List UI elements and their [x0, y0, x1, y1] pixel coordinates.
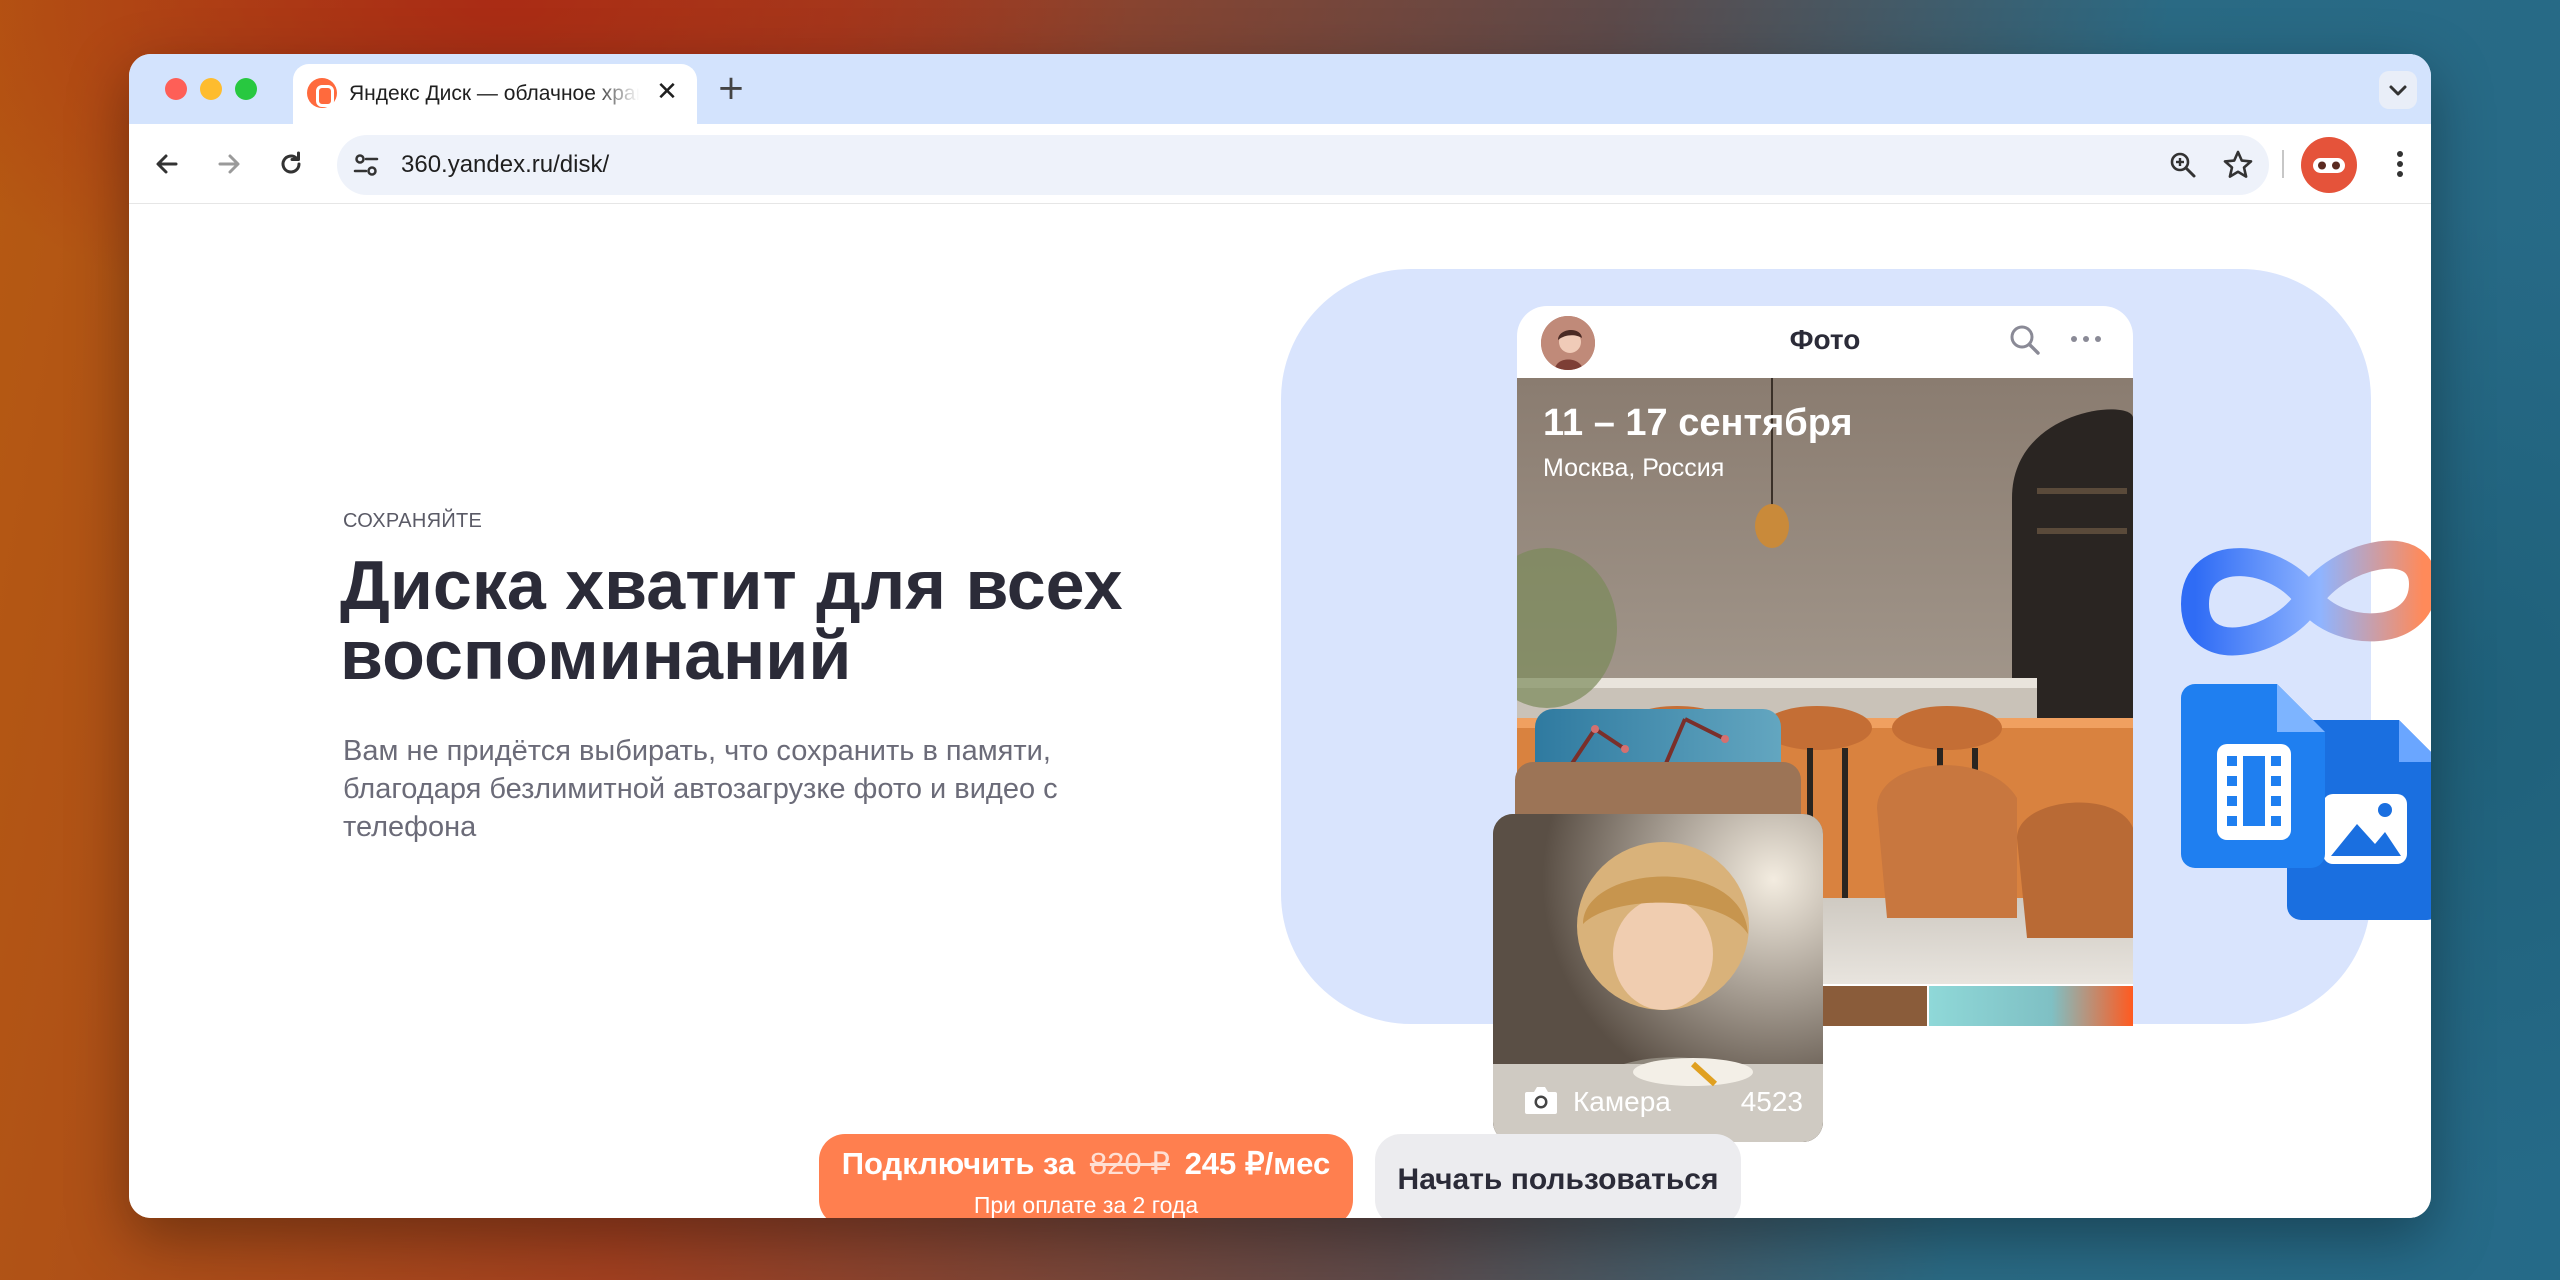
kebab-menu-icon: [2397, 151, 2403, 177]
old-price: 820 ₽: [1089, 1146, 1170, 1181]
back-button[interactable]: [145, 142, 189, 186]
close-window-button[interactable]: [165, 78, 187, 100]
zoom-window-button[interactable]: [235, 78, 257, 100]
camera-icon: [1525, 1087, 1557, 1114]
infinity-icon: [2180, 540, 2431, 656]
hero-description: Вам не придётся выбирать, что сохранить …: [343, 735, 1058, 843]
video-file-icon: [2181, 684, 2325, 868]
browser-menu-button[interactable]: [2385, 146, 2415, 182]
tab-bar: Яндекс Диск — облачное хранилище ✕ +: [129, 54, 2431, 124]
album-name: Камера: [1573, 1086, 1671, 1117]
yandex-disk-favicon-icon: [307, 78, 337, 108]
subscribe-button-note: При оплате за 2 года: [973, 1192, 1199, 1218]
search-icon[interactable]: [2007, 322, 2043, 358]
tab-search-button[interactable]: [2379, 71, 2417, 109]
section-eyebrow: СОХРАНЯЙТЕ: [343, 510, 483, 532]
forward-arrow-icon: [218, 154, 240, 174]
reload-icon: [281, 151, 301, 174]
new-price: 245 ₽/мес: [1184, 1146, 1331, 1181]
album-count: 4523: [1740, 1086, 1803, 1117]
subscribe-button-price: Подключить за 820 ₽ 245 ₽/мес: [819, 1146, 1353, 1182]
incognito-mask-icon: [2313, 158, 2345, 173]
start-using-button[interactable]: Начать пользоваться: [1375, 1134, 1741, 1218]
forward-button[interactable]: [207, 142, 251, 186]
photo-location: Москва, Россия: [1543, 454, 1725, 482]
tab-title: Яндекс Диск — облачное хранилище: [349, 82, 639, 105]
subscribe-button-prefix: Подключить за: [841, 1146, 1076, 1181]
profile-avatar[interactable]: [2301, 137, 2357, 193]
address-bar[interactable]: 360.yandex.ru/disk/: [337, 135, 2269, 195]
page-title: Диска хватит для всех воспоминаний: [340, 546, 1123, 694]
new-tab-button[interactable]: +: [713, 70, 749, 106]
star-icon[interactable]: [2221, 148, 2255, 182]
more-dots-icon[interactable]: [2069, 334, 2103, 344]
zoom-icon[interactable]: [2167, 149, 2199, 181]
back-arrow-icon: [156, 154, 178, 174]
browser-toolbar: 360.yandex.ru/disk/: [129, 124, 2431, 204]
reload-button[interactable]: [269, 142, 313, 186]
camera-album-card[interactable]: Камера 4523: [1493, 814, 1823, 1142]
minimize-window-button[interactable]: [200, 78, 222, 100]
thumbnail[interactable]: [1929, 986, 2133, 1026]
browser-window: Яндекс Диск — облачное хранилище ✕ +: [129, 54, 2431, 1218]
photo-date-range: 11 – 17 сентября: [1543, 402, 1853, 444]
toolbar-separator: [2282, 150, 2284, 178]
tune-icon[interactable]: [351, 150, 381, 180]
tab-close-icon[interactable]: ✕: [653, 78, 681, 106]
url-text[interactable]: 360.yandex.ru/disk/: [401, 151, 609, 179]
tab-yandex-disk[interactable]: Яндекс Диск — облачное хранилище ✕: [293, 64, 697, 124]
subscribe-button[interactable]: Подключить за 820 ₽ 245 ₽/мес При оплате…: [819, 1134, 1353, 1218]
chevron-down-icon: [2389, 85, 2407, 96]
page-content: СОХРАНЯЙТЕ Диска хватит для всех воспоми…: [129, 204, 2431, 1218]
